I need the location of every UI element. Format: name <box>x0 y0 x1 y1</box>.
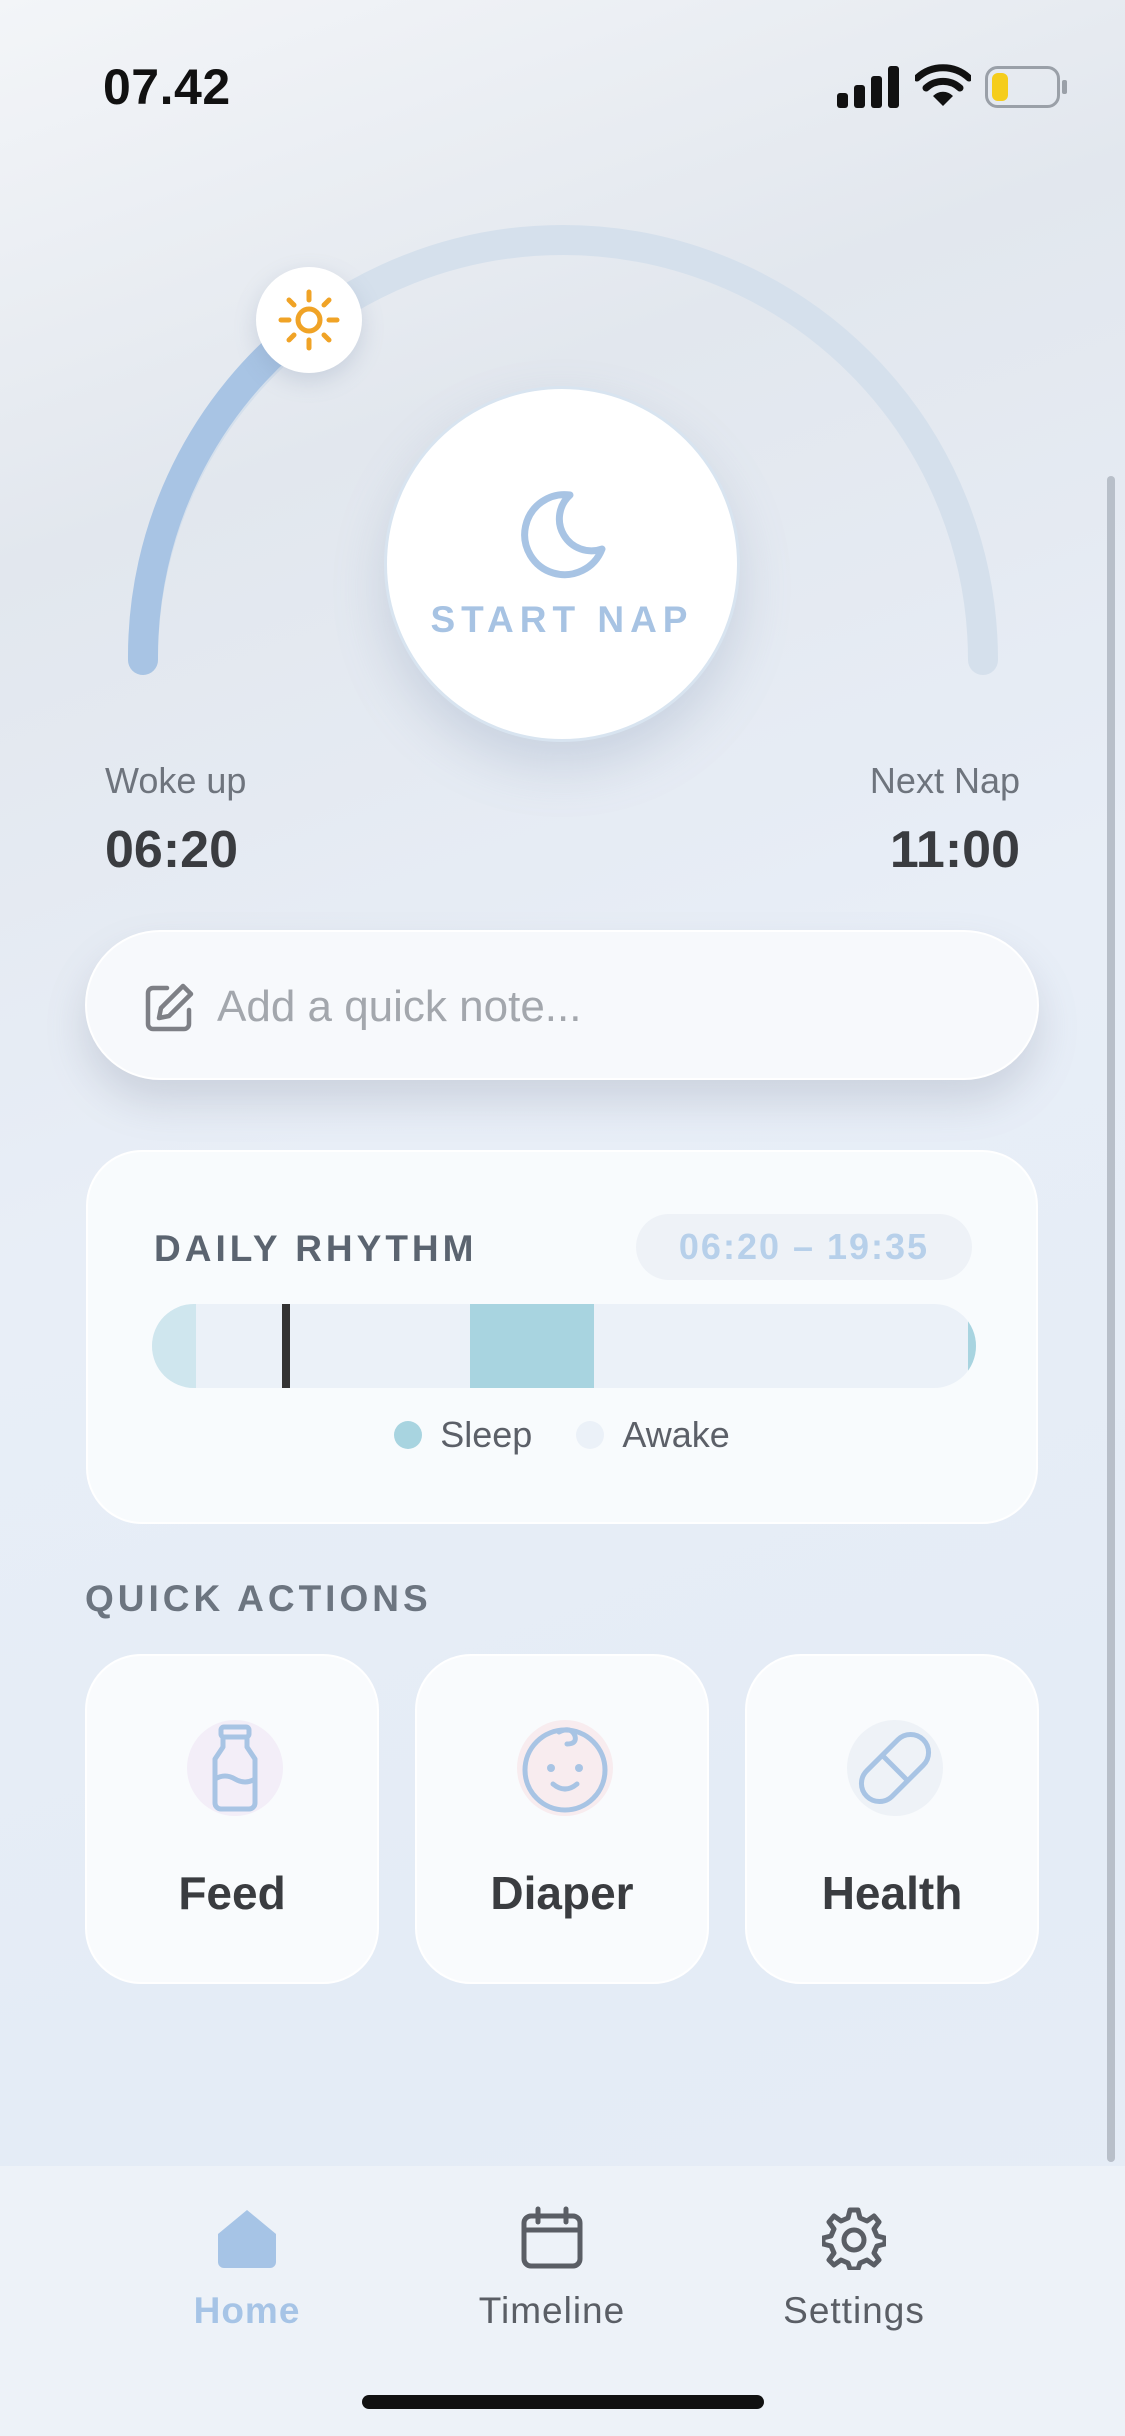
quick-actions-heading: QUICK ACTIONS <box>85 1578 432 1619</box>
pill-icon <box>858 1731 932 1805</box>
feed-action-button[interactable]: Feed <box>85 1654 379 1984</box>
sleep-segment <box>470 1304 594 1388</box>
quick-note-field[interactable] <box>85 930 1039 1080</box>
sleep-segment <box>152 1304 196 1388</box>
woke-up-caption: Woke up <box>105 760 247 801</box>
tab-settings-label: Settings <box>783 2290 925 2331</box>
woke-up-block: Woke up 06:20 <box>105 760 246 880</box>
health-action-button[interactable]: Health <box>745 1654 1039 1984</box>
legend-awake: Awake <box>576 1414 730 1456</box>
next-nap-caption: Next Nap <box>869 760 1020 801</box>
tab-home-label: Home <box>193 2290 301 2331</box>
next-nap-block: Next Nap 11:00 <box>870 760 1020 880</box>
daily-rhythm-bar <box>152 1304 976 1388</box>
diaper-action-button[interactable]: Diaper <box>415 1654 709 1984</box>
legend-sleep-label: Sleep <box>440 1414 533 1455</box>
sleep-dot <box>394 1421 423 1449</box>
home-indicator[interactable] <box>362 2395 764 2409</box>
legend-awake-label: Awake <box>622 1414 730 1455</box>
start-nap-label: START NAP <box>430 599 694 640</box>
feed-label: Feed <box>178 1867 286 1919</box>
moon-icon <box>521 491 606 579</box>
start-nap-button[interactable]: START NAP <box>384 386 740 742</box>
tab-timeline[interactable]: Timeline <box>432 2206 672 2332</box>
tab-timeline-label: Timeline <box>478 2290 626 2331</box>
bottle-icon <box>212 1724 258 1812</box>
arc-progress-handle[interactable] <box>256 267 362 373</box>
tab-home[interactable]: Home <box>127 2206 367 2332</box>
woke-up-time: 06:20 <box>105 821 238 879</box>
awake-dot <box>576 1421 605 1449</box>
health-label: Health <box>821 1867 963 1919</box>
sun-icon <box>278 289 340 351</box>
scroll-indicator[interactable] <box>1107 476 1115 2162</box>
gear-icon <box>822 2207 886 2270</box>
baby-face-icon <box>522 1727 608 1813</box>
edit-note-icon <box>145 983 194 1032</box>
sleep-segment <box>968 1304 976 1388</box>
quick-note-input[interactable] <box>215 968 979 1046</box>
daily-rhythm-title: DAILY RHYTHM <box>154 1228 478 1269</box>
current-time-marker <box>282 1304 290 1388</box>
legend-sleep: Sleep <box>394 1414 532 1456</box>
next-nap-time: 11:00 <box>889 821 1020 879</box>
home-icon <box>218 2210 276 2268</box>
diaper-label: Diaper <box>490 1867 634 1919</box>
daily-rhythm-card: DAILY RHYTHM 06:20 – 19:35 Sleep Awake <box>86 1150 1038 1524</box>
calendar-icon <box>521 2206 583 2269</box>
daily-rhythm-legend: Sleep Awake <box>88 1414 1036 1456</box>
tab-settings[interactable]: Settings <box>734 2206 974 2332</box>
daily-rhythm-range: 06:20 – 19:35 <box>636 1214 972 1280</box>
